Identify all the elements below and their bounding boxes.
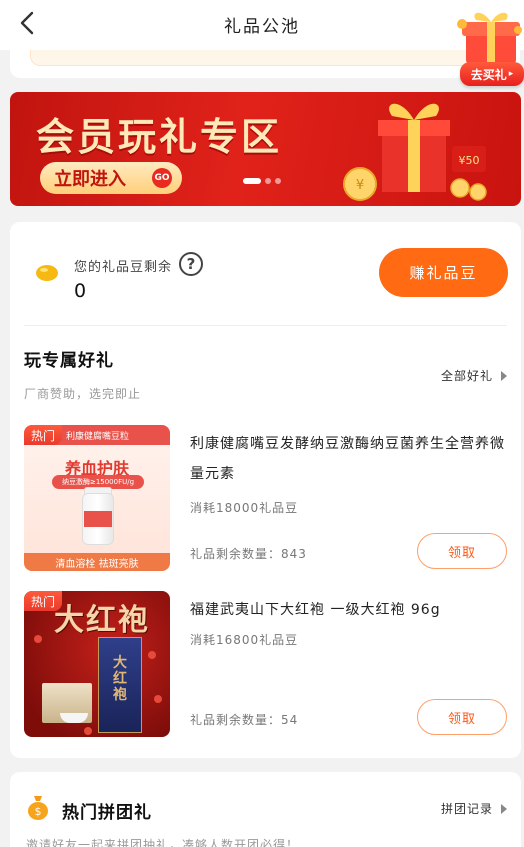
earn-beans-button[interactable]: 赚礼品豆 xyxy=(379,248,508,297)
product-item[interactable]: 热门 利康健腐嘴豆粒 养血护肤 纳豆激酶≥15000FU/g 清血溶栓 祛斑亮肤… xyxy=(24,425,507,571)
divider xyxy=(24,325,507,326)
banner-title: 会员玩礼专区 xyxy=(36,115,283,159)
product-item[interactable]: 热门 大红袍 大红袍 福建武夷山下大红袍 一级大红袍 96g 消耗16800礼品… xyxy=(24,591,507,737)
product-stock: 礼品剩余数量：54 xyxy=(190,713,299,727)
product-cost: 消耗18000礼品豆 xyxy=(190,501,299,515)
arrow-right-icon xyxy=(501,370,507,381)
gift-card: 您的礼品豆剩余 ? 0 赚礼品豆 玩专属好礼 厂商赞助，选完即止 全部好礼 热门… xyxy=(10,222,521,758)
all-gifts-link[interactable]: 全部好礼 xyxy=(441,367,507,384)
section-subtitle: 厂商赞助，选完即止 xyxy=(24,387,142,401)
group-gift-card: $ 热门拼团礼 拼团记录 邀请好友一起来拼团抽礼，凑够人数开团必得！ xyxy=(10,772,521,847)
money-bag-icon: $ xyxy=(28,796,48,820)
buy-gift-float-button[interactable]: 去买礼 ▸ xyxy=(452,4,524,86)
claim-button[interactable]: 领取 xyxy=(417,533,507,569)
product-stock: 礼品剩余数量：843 xyxy=(190,547,307,561)
svg-text:$: $ xyxy=(35,805,42,818)
gift-box-icon xyxy=(457,12,522,64)
go-badge: GO xyxy=(152,168,172,188)
section-title: 玩专属好礼 xyxy=(24,351,114,371)
previous-card xyxy=(10,50,520,78)
product-name: 福建武夷山下大红袍 一级大红袍 96g xyxy=(190,602,441,618)
group-record-link[interactable]: 拼团记录 xyxy=(441,800,507,817)
help-icon[interactable]: ? xyxy=(179,252,203,276)
price-tag: ¥50 xyxy=(459,154,480,167)
page-title: 礼品公池 xyxy=(224,17,300,37)
buy-gift-label: 去买礼 ▸ xyxy=(460,62,524,86)
section-subtitle: 邀请好友一起来拼团抽礼，凑够人数开团必得！ xyxy=(26,838,300,847)
hot-tag: 热门 xyxy=(24,591,62,611)
pager-dot-active xyxy=(243,178,261,184)
pager-dot xyxy=(265,178,271,184)
bean-balance-label: 您的礼品豆剩余 xyxy=(74,260,173,275)
arrow-right-icon xyxy=(501,803,507,814)
header: 礼品公池 xyxy=(0,0,524,50)
hot-tag: 热门 xyxy=(24,425,62,445)
product-cost: 消耗16800礼品豆 xyxy=(190,633,299,647)
gift-illustration: ¥ ¥50 xyxy=(343,103,487,201)
product-image: 热门 大红袍 大红袍 xyxy=(24,591,170,737)
svg-text:¥: ¥ xyxy=(356,178,364,193)
claim-button[interactable]: 领取 xyxy=(417,699,507,735)
pager-dot xyxy=(275,178,281,184)
product-image: 热门 利康健腐嘴豆粒 养血护肤 纳豆激酶≥15000FU/g 清血溶栓 祛斑亮肤 xyxy=(24,425,170,571)
product-name: 利康健腐嘴豆发酵纳豆激酶纳豆菌养生全营养微量元素 xyxy=(190,436,505,482)
enter-now-button[interactable]: 立即进入 GO xyxy=(40,162,182,194)
section-title: 热门拼团礼 xyxy=(62,803,152,823)
bean-icon xyxy=(36,265,58,281)
bean-balance-value: 0 xyxy=(74,280,87,302)
member-gift-banner[interactable]: 会员玩礼专区 立即进入 GO ¥ ¥50 xyxy=(10,92,521,206)
